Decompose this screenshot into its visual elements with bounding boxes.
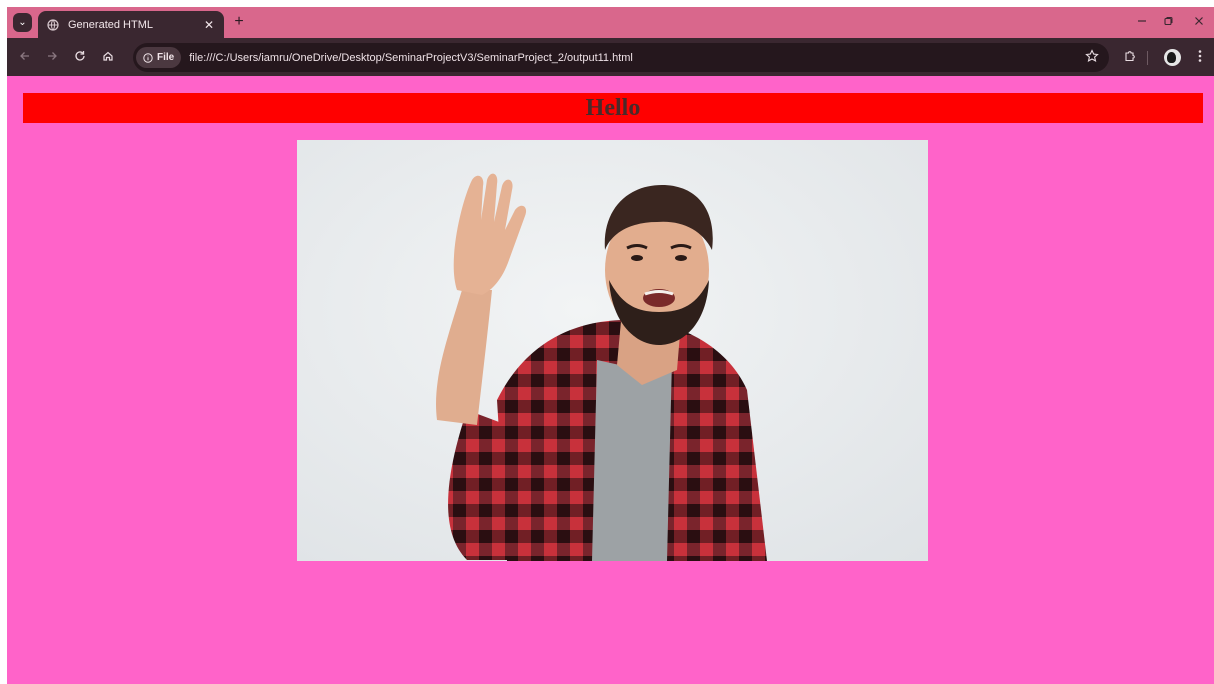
tab-search-button[interactable]: ⌄ bbox=[13, 13, 32, 32]
heading-banner: Hello bbox=[23, 93, 1203, 123]
page-viewport: Hello bbox=[7, 76, 1214, 684]
puzzle-icon[interactable] bbox=[1121, 49, 1139, 67]
back-arrow-icon[interactable] bbox=[16, 49, 34, 67]
home-icon[interactable] bbox=[99, 49, 117, 67]
man-waving-photo bbox=[297, 140, 928, 561]
tab-generated-html[interactable]: Generated HTML ✕ bbox=[38, 11, 224, 38]
restore-icon[interactable] bbox=[1160, 14, 1176, 30]
kebab-menu-icon[interactable] bbox=[1191, 49, 1209, 67]
site-chip-label: File bbox=[157, 52, 175, 63]
star-icon[interactable] bbox=[1085, 49, 1099, 66]
profile-avatar[interactable] bbox=[1164, 49, 1181, 66]
reload-icon[interactable] bbox=[71, 49, 89, 67]
close-icon[interactable] bbox=[1191, 14, 1207, 30]
toolbar-divider bbox=[1147, 51, 1148, 65]
address-bar[interactable]: File file:///C:/Users/iamru/OneDrive/Des… bbox=[133, 43, 1109, 72]
browser-window: ⌄ Generated HTML ✕ + File file:///C:/Use… bbox=[7, 7, 1214, 684]
photo-illustration bbox=[297, 140, 928, 561]
url-text[interactable]: file:///C:/Users/iamru/OneDrive/Desktop/… bbox=[189, 52, 633, 64]
info-icon bbox=[143, 52, 153, 63]
globe-icon bbox=[46, 18, 59, 31]
browser-toolbar: File file:///C:/Users/iamru/OneDrive/Des… bbox=[7, 38, 1214, 76]
forward-arrow-icon[interactable] bbox=[43, 49, 61, 67]
page-heading: Hello bbox=[585, 94, 641, 121]
tab-title: Generated HTML bbox=[68, 18, 153, 31]
minimize-icon[interactable] bbox=[1134, 14, 1150, 30]
new-tab-button[interactable]: + bbox=[231, 14, 247, 30]
tab-close-icon[interactable]: ✕ bbox=[202, 18, 216, 32]
site-info-chip[interactable]: File bbox=[136, 47, 182, 68]
chevron-down-icon: ⌄ bbox=[18, 17, 27, 28]
tab-strip: ⌄ Generated HTML ✕ + bbox=[7, 7, 1214, 38]
